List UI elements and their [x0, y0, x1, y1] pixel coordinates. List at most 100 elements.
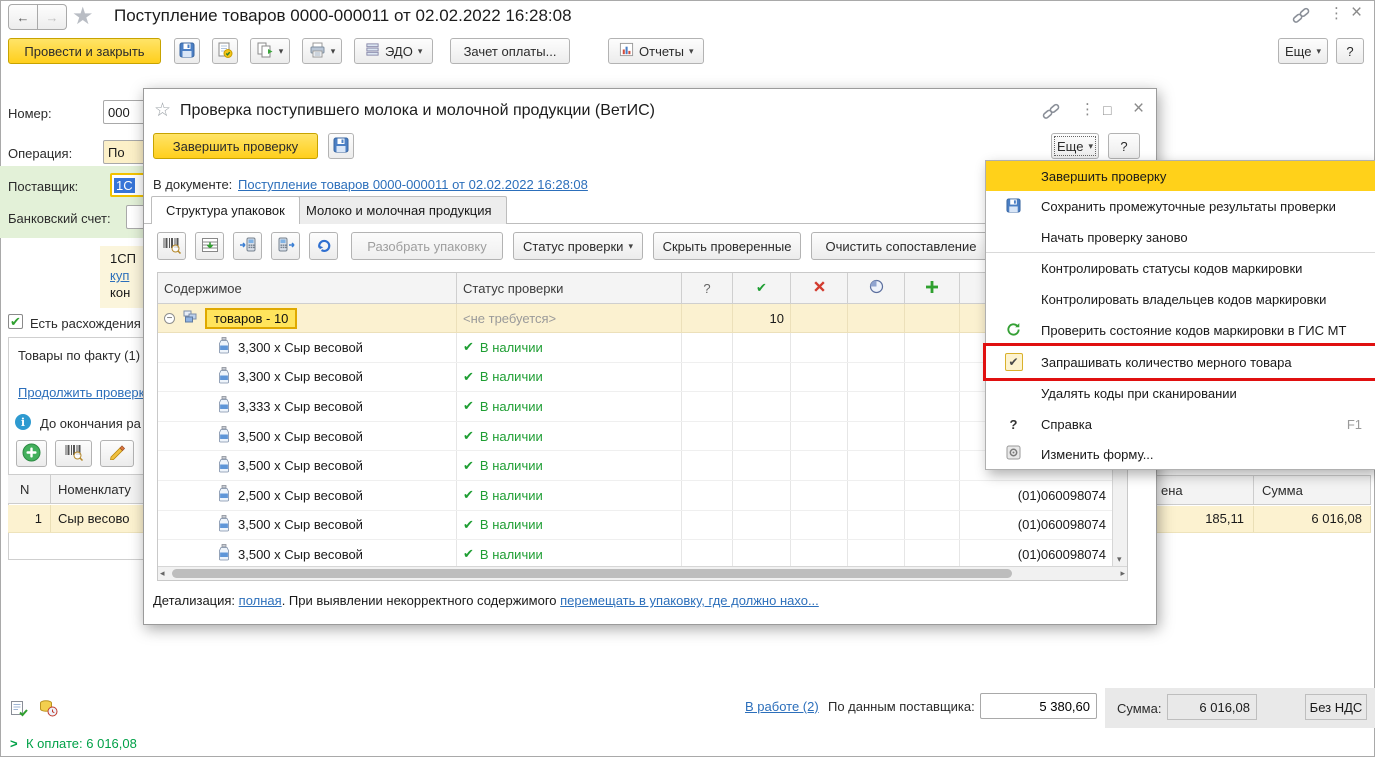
- save-icon: [333, 137, 349, 156]
- collapse-icon[interactable]: −: [164, 312, 175, 324]
- print-icon: [309, 42, 326, 61]
- payment-offset-button[interactable]: Зачет оплаты...: [450, 38, 570, 64]
- detail-prefix: Детализация:: [153, 593, 236, 608]
- column-header-content[interactable]: Содержимое: [158, 273, 457, 303]
- check-status-filter-button[interactable]: Статус проверки ▾: [513, 232, 643, 260]
- menu-item-check-codes-gismt[interactable]: Проверить состояние кодов маркировки в Г…: [986, 315, 1375, 346]
- main-help-button[interactable]: ?: [1336, 38, 1364, 64]
- favorite-star-icon[interactable]: ★: [72, 2, 94, 31]
- modal-scan-barcode-button[interactable]: [157, 232, 186, 260]
- to-pay-total[interactable]: К оплате: 6 016,08: [26, 736, 137, 751]
- column-header-check-status[interactable]: Статус проверки: [457, 273, 682, 303]
- close-window-icon[interactable]: ×: [1351, 3, 1362, 22]
- modal-save-button[interactable]: [328, 133, 354, 159]
- horizontal-scrollbar[interactable]: ◂ ▸: [158, 566, 1127, 580]
- package-row[interactable]: 3,500 x Сыр весовой ✔ В наличии: [158, 421, 1112, 452]
- add-row-button[interactable]: [16, 440, 47, 467]
- modal-kebab-menu-icon[interactable]: ⋮: [1080, 102, 1095, 117]
- goods-tab-label[interactable]: Товары по факту (1): [18, 348, 140, 363]
- post-and-close-button[interactable]: Провести и закрыть: [8, 38, 161, 64]
- horizontal-scrollbar-thumb[interactable]: [172, 569, 1012, 578]
- coins-clock-icon[interactable]: [38, 699, 58, 720]
- print-button[interactable]: ▾: [302, 38, 342, 64]
- column-header-question[interactable]: ?: [682, 273, 733, 303]
- detail-level-link[interactable]: полная: [239, 593, 282, 608]
- menu-item-help[interactable]: ? Справка F1: [986, 409, 1375, 439]
- reports-button[interactable]: Отчеты ▾: [608, 38, 705, 64]
- in-progress-link[interactable]: В работе (2): [745, 699, 819, 714]
- tab-package-structure[interactable]: Структура упаковок: [151, 196, 300, 224]
- package-row[interactable]: 3,500 x Сыр весовой ✔ В наличии: [158, 451, 1112, 481]
- scroll-down-icon[interactable]: ▾: [1117, 555, 1122, 564]
- package-row[interactable]: 3,300 x Сыр весовой ✔ В наличии: [158, 333, 1112, 363]
- clear-matching-button[interactable]: Очистить сопоставление: [811, 232, 991, 260]
- post-document-button[interactable]: [212, 38, 238, 64]
- send-to-terminal-button[interactable]: [233, 232, 262, 260]
- kebab-menu-icon[interactable]: ⋮: [1329, 6, 1344, 21]
- table-load-icon: [201, 237, 219, 256]
- discrepancies-checkbox[interactable]: ✔: [8, 314, 23, 329]
- check-icon: ✔: [463, 368, 474, 384]
- terminal-download-icon: [277, 236, 295, 256]
- package-row[interactable]: 3,500 x Сыр весовой ✔ В наличии (01)0600980…: [158, 510, 1112, 541]
- modal-favorite-star-icon[interactable]: ☆: [154, 99, 171, 122]
- menu-item-change-form[interactable]: Изменить форму...: [986, 439, 1375, 469]
- get-from-terminal-button[interactable]: [271, 232, 300, 260]
- forward-button[interactable]: →: [38, 4, 67, 30]
- menu-item-delete-codes-on-scan[interactable]: Удалять коды при сканировании: [986, 378, 1375, 409]
- row-empty-cell: [791, 421, 848, 451]
- scroll-right-icon[interactable]: ▸: [1120, 568, 1125, 579]
- column-header-partial[interactable]: [848, 273, 905, 303]
- package-group-row[interactable]: − товаров - 10 <не требуется> 10: [158, 304, 1112, 333]
- bank-account-label: Банковский счет:: [8, 211, 111, 226]
- get-link-icon[interactable]: [1289, 4, 1315, 30]
- menu-item-control-code-statuses[interactable]: Контролировать статусы кодов маркировки: [986, 253, 1375, 284]
- package-row[interactable]: 3,300 x Сыр весовой ✔ В наличии: [158, 362, 1112, 393]
- row-code-cell: (01)060098074: [1017, 517, 1106, 533]
- column-header-extra[interactable]: [905, 273, 960, 303]
- modal-close-icon[interactable]: ×: [1133, 99, 1144, 118]
- modal-maximize-icon[interactable]: □: [1103, 103, 1111, 117]
- scan-barcode-button[interactable]: [55, 440, 92, 467]
- menu-item-save-intermediate[interactable]: Сохранить промежуточные результаты прове…: [986, 191, 1375, 222]
- create-based-on-button[interactable]: ▾: [250, 38, 290, 64]
- modal-help-button[interactable]: ?: [1108, 133, 1140, 159]
- edit-row-button[interactable]: [100, 440, 134, 467]
- modal-more-button[interactable]: Еще ▾: [1051, 133, 1099, 159]
- document-link[interactable]: Поступление товаров 0000-000011 от 02.02…: [238, 177, 588, 192]
- doc-check-icon[interactable]: [10, 700, 28, 720]
- menu-item-request-quantity[interactable]: ✔ Запрашивать количество мерного товара: [983, 343, 1375, 381]
- package-row[interactable]: 3,333 x Сыр весовой ✔ В наличии: [158, 392, 1112, 422]
- group-label-selected-cell[interactable]: товаров - 10: [205, 307, 298, 329]
- by-supplier-input[interactable]: [980, 693, 1097, 719]
- row-empty-cell: [905, 540, 960, 569]
- menu-item-control-code-owners[interactable]: Контролировать владельцев кодов маркиров…: [986, 284, 1375, 315]
- column-header-price-partial: ена: [1161, 483, 1183, 498]
- goods-table-row[interactable]: 1 Сыр весово: [8, 505, 144, 533]
- bottle-icon: [218, 366, 230, 387]
- column-divider: [1253, 476, 1254, 504]
- column-header-failed[interactable]: [791, 273, 848, 303]
- menu-item-finish-check[interactable]: Завершить проверку: [986, 161, 1375, 191]
- main-more-button[interactable]: Еще ▾: [1278, 38, 1328, 64]
- goods-table-row-right[interactable]: 185,11 6 016,08: [1157, 506, 1371, 533]
- hide-checked-button[interactable]: Скрыть проверенные: [653, 232, 801, 260]
- finish-check-button[interactable]: Завершить проверку: [153, 133, 318, 159]
- tab-milk-products[interactable]: Молоко и молочная продукция: [291, 196, 507, 224]
- refresh-button[interactable]: [309, 232, 338, 260]
- row-code-cell: (01)060098074: [1017, 487, 1106, 503]
- to-pay-chevron-icon[interactable]: >: [10, 736, 18, 751]
- modal-get-link-icon[interactable]: [1039, 100, 1065, 126]
- column-header-checked[interactable]: ✔: [733, 273, 791, 303]
- back-button[interactable]: ←: [8, 4, 38, 30]
- edo-button[interactable]: ЭДО ▾: [354, 38, 434, 64]
- package-row[interactable]: 2,500 x Сыр весовой ✔ В наличии (01)0600980…: [158, 480, 1112, 511]
- row-content-cell: 3,300 x Сыр весовой: [158, 362, 457, 392]
- shortcut-label: F1: [1346, 416, 1362, 432]
- move-to-package-link[interactable]: перемещать в упаковку, где должно нахо..…: [560, 593, 819, 608]
- scroll-left-icon[interactable]: ◂: [160, 568, 165, 579]
- save-button[interactable]: [174, 38, 200, 64]
- load-table-button[interactable]: [195, 232, 224, 260]
- continue-check-link[interactable]: Продолжить проверк: [18, 385, 144, 400]
- menu-item-restart-check[interactable]: Начать проверку заново: [986, 222, 1375, 252]
